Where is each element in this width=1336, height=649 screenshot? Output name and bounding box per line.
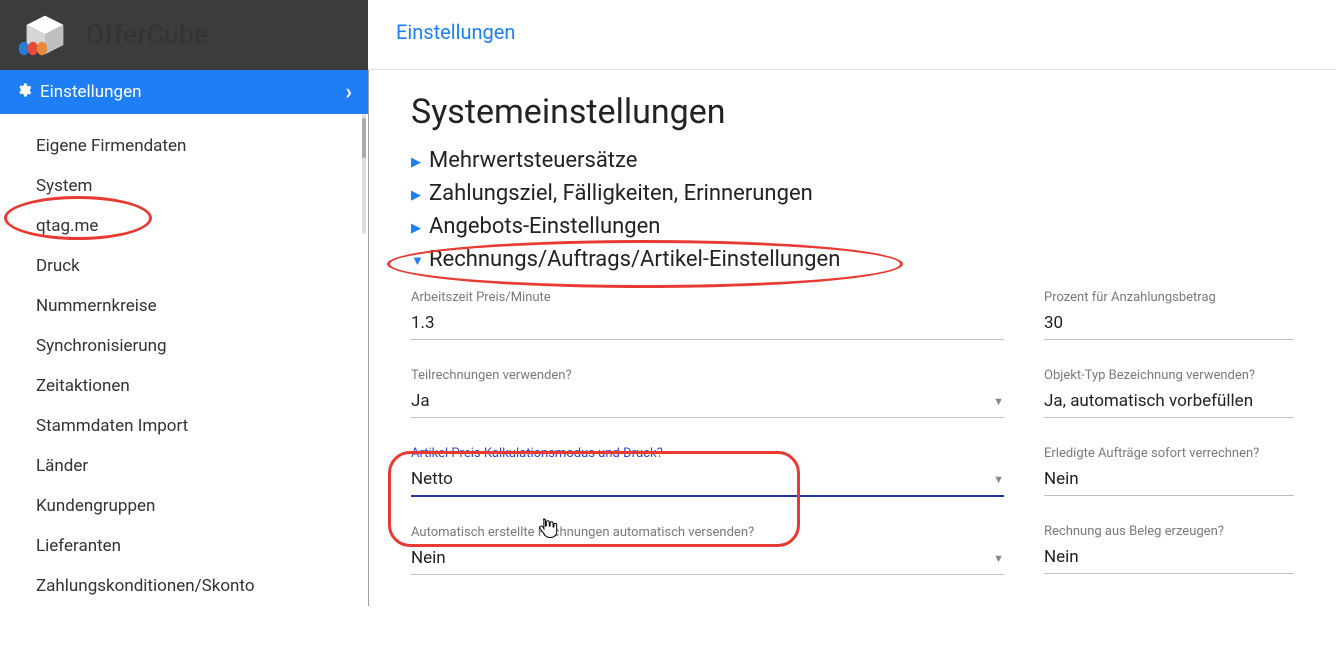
sidebar-item-system[interactable]: System <box>0 166 368 206</box>
field-value-text: 30 <box>1044 313 1063 333</box>
field-label: Rechnung aus Beleg erzeugen? <box>1044 524 1294 539</box>
field-value-text: Nein <box>1044 469 1079 489</box>
field-value-text: Ja, automatisch vorbefüllen <box>1044 391 1253 411</box>
sidebar-item-zahlungskond[interactable]: Zahlungskonditionen/Skonto <box>0 566 368 606</box>
page-title: Systemeinstellungen <box>411 92 1294 132</box>
app-logo <box>10 7 80 63</box>
sidebar-header[interactable]: Einstellungen › <box>0 70 368 114</box>
dropdown-icon: ▼ <box>993 473 1004 486</box>
breadcrumb-link[interactable]: Einstellungen <box>396 20 515 44</box>
field-label: Teilrechnungen verwenden? <box>411 368 1004 383</box>
field-value-text: Nein <box>411 548 446 568</box>
sidebar-item-sync[interactable]: Synchronisierung <box>0 326 368 366</box>
sidebar-scrollbar[interactable] <box>360 114 368 234</box>
section-label: Mehrwertsteuersätze <box>429 148 637 173</box>
field-arbeitszeit: Arbeitszeit Preis/Minute 1.3 <box>411 290 1004 340</box>
select-objekttyp[interactable]: Ja, automatisch vorbefüllen <box>1044 389 1294 418</box>
caret-down-icon <box>411 250 429 269</box>
sidebar-item-zeitaktionen[interactable]: Zeitaktionen <box>0 366 368 406</box>
select-kalkmodus[interactable]: Netto ▼ <box>411 467 1004 497</box>
sidebar-items: Eigene Firmendaten System qtag.me Druck … <box>0 114 368 606</box>
brand-name: OfferCube <box>86 20 208 50</box>
sidebar-item-qtag[interactable]: qtag.me <box>0 206 368 246</box>
input-arbeitszeit[interactable]: 1.3 <box>411 311 1004 340</box>
field-kalkmodus: Artikel Preis Kalkulationsmodus und Druc… <box>411 446 1004 497</box>
field-value-text: Nein <box>1044 547 1079 567</box>
section-angebot[interactable]: Angebots-Einstellungen <box>411 210 1294 243</box>
field-objekttyp: Objekt-Typ Bezeichnung verwenden? Ja, au… <box>1044 368 1294 418</box>
select-autoversenden[interactable]: Nein ▼ <box>411 546 1004 575</box>
caret-right-icon <box>411 151 429 170</box>
content-area: Systemeinstellungen Mehrwertsteuersätze … <box>369 70 1336 606</box>
sidebar-item-kundengruppen[interactable]: Kundengruppen <box>0 486 368 526</box>
sidebar-item-laender[interactable]: Länder <box>0 446 368 486</box>
field-erledigte: Erledigte Aufträge sofort verrechnen? Ne… <box>1044 446 1294 496</box>
field-label: Artikel Preis Kalkulationsmodus und Druc… <box>411 446 1004 461</box>
field-rechnung-beleg: Rechnung aus Beleg erzeugen? Nein <box>1044 524 1294 574</box>
field-label: Prozent für Anzahlungsbetrag <box>1044 290 1294 305</box>
field-label: Automatisch erstellte Rechnungen automat… <box>411 525 1004 540</box>
section-rechnung[interactable]: Rechnungs/Auftrags/Artikel-Einstellungen <box>411 243 1294 276</box>
chevron-right-icon: › <box>345 80 352 105</box>
field-value-text: Ja <box>411 391 430 411</box>
sidebar-item-firmendaten[interactable]: Eigene Firmendaten <box>0 126 368 166</box>
section-mwst[interactable]: Mehrwertsteuersätze <box>411 144 1294 177</box>
section-label: Rechnungs/Auftrags/Artikel-Einstellungen <box>429 247 840 272</box>
sidebar-item-nummernkreise[interactable]: Nummernkreise <box>0 286 368 326</box>
dropdown-icon: ▼ <box>993 395 1004 408</box>
gear-icon <box>16 82 32 103</box>
sidebar-item-druck[interactable]: Druck <box>0 246 368 286</box>
select-erledigte[interactable]: Nein <box>1044 467 1294 496</box>
field-autoversenden: Automatisch erstellte Rechnungen automat… <box>411 525 1004 575</box>
select-teilrechnungen[interactable]: Ja ▼ <box>411 389 1004 418</box>
field-value-text: Netto <box>411 469 453 489</box>
sidebar-item-lieferanten[interactable]: Lieferanten <box>0 526 368 566</box>
sidebar-header-label: Einstellungen <box>40 82 142 102</box>
section-zahlungsziel[interactable]: Zahlungsziel, Fälligkeiten, Erinnerungen <box>411 177 1294 210</box>
section-label: Zahlungsziel, Fälligkeiten, Erinnerungen <box>429 181 813 206</box>
select-rechnung-beleg[interactable]: Nein <box>1044 545 1294 574</box>
breadcrumb-bar: Einstellungen <box>368 0 1336 70</box>
sidebar-item-stammdaten[interactable]: Stammdaten Import <box>0 406 368 446</box>
field-prozent-anzahlung: Prozent für Anzahlungsbetrag 30 <box>1044 290 1294 340</box>
field-label: Arbeitszeit Preis/Minute <box>411 290 1004 305</box>
field-teilrechnungen: Teilrechnungen verwenden? Ja ▼ <box>411 368 1004 418</box>
field-value-text: 1.3 <box>411 313 435 333</box>
dropdown-icon: ▼ <box>993 552 1004 565</box>
input-prozent-anzahlung[interactable]: 30 <box>1044 311 1294 340</box>
caret-right-icon <box>411 184 429 203</box>
sidebar: Einstellungen › Eigene Firmendaten Syste… <box>0 70 368 606</box>
field-label: Objekt-Typ Bezeichnung verwenden? <box>1044 368 1294 383</box>
app-header: OfferCube <box>0 0 368 70</box>
caret-right-icon <box>411 217 429 236</box>
section-label: Angebots-Einstellungen <box>429 214 660 239</box>
field-label: Erledigte Aufträge sofort verrechnen? <box>1044 446 1294 461</box>
